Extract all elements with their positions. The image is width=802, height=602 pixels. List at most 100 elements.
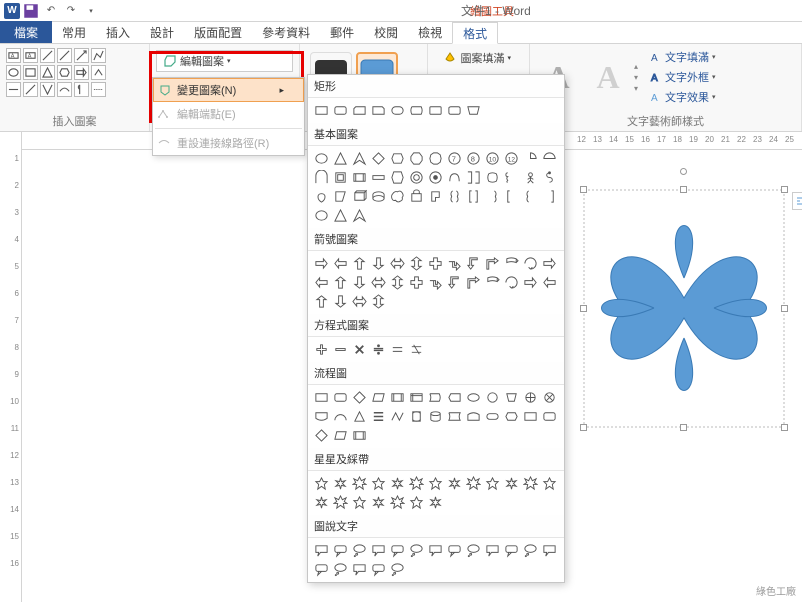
- shape-option[interactable]: [350, 474, 369, 493]
- shape-option[interactable]: [331, 168, 350, 187]
- shape-option[interactable]: [445, 273, 464, 292]
- shape-option[interactable]: [331, 206, 350, 225]
- tab-home[interactable]: 常用: [52, 21, 96, 43]
- redo-icon[interactable]: ↷: [62, 3, 80, 19]
- tab-insert[interactable]: 插入: [96, 21, 140, 43]
- shape-option[interactable]: [426, 407, 445, 426]
- shape-option[interactable]: 12: [502, 149, 521, 168]
- shape-option[interactable]: [350, 426, 369, 445]
- shape-option[interactable]: [350, 254, 369, 273]
- tab-mailings[interactable]: 郵件: [320, 21, 364, 43]
- shape-option[interactable]: [502, 541, 521, 560]
- shape-gallery[interactable]: A A: [6, 48, 143, 97]
- shape-option[interactable]: [350, 560, 369, 579]
- shape-option[interactable]: [464, 273, 483, 292]
- shape-option[interactable]: [331, 254, 350, 273]
- shape-option[interactable]: [369, 187, 388, 206]
- shape-option[interactable]: [426, 254, 445, 273]
- shape-option[interactable]: [502, 254, 521, 273]
- shape-option[interactable]: [388, 254, 407, 273]
- shape-option[interactable]: [521, 254, 540, 273]
- shape-option[interactable]: [312, 168, 331, 187]
- shape-option[interactable]: [445, 388, 464, 407]
- shape-option[interactable]: [369, 254, 388, 273]
- shape-option[interactable]: [312, 187, 331, 206]
- shape-option[interactable]: [350, 493, 369, 512]
- tab-file[interactable]: 檔案: [0, 21, 52, 43]
- shape-option[interactable]: [464, 101, 483, 120]
- shape-option[interactable]: [312, 273, 331, 292]
- shape-option[interactable]: [407, 101, 426, 120]
- shape-option[interactable]: [369, 407, 388, 426]
- shape-option[interactable]: [426, 149, 445, 168]
- shape-option[interactable]: [426, 388, 445, 407]
- shape-option[interactable]: [483, 168, 502, 187]
- shape-option[interactable]: [445, 407, 464, 426]
- shape-option[interactable]: [369, 388, 388, 407]
- shape-option[interactable]: [502, 388, 521, 407]
- shape-option[interactable]: [540, 273, 559, 292]
- shape-option[interactable]: [369, 168, 388, 187]
- wordart-more-icon[interactable]: ▾: [634, 84, 646, 93]
- shape-option[interactable]: [483, 187, 502, 206]
- wordart-scroll-up-icon[interactable]: ▴: [634, 62, 646, 71]
- shape-option[interactable]: [502, 474, 521, 493]
- shape-option[interactable]: [388, 101, 407, 120]
- tab-references[interactable]: 參考資料: [252, 21, 320, 43]
- shape-option[interactable]: [388, 149, 407, 168]
- shape-option[interactable]: [540, 407, 559, 426]
- shape-option[interactable]: [312, 541, 331, 560]
- shape-option[interactable]: 8: [464, 149, 483, 168]
- shape-option[interactable]: [483, 273, 502, 292]
- shape-option[interactable]: [502, 168, 521, 187]
- selected-shape-flower[interactable]: [580, 186, 788, 431]
- shape-option[interactable]: [388, 407, 407, 426]
- shape-option[interactable]: [331, 407, 350, 426]
- shape-option[interactable]: [312, 426, 331, 445]
- shape-option[interactable]: [502, 407, 521, 426]
- shape-option[interactable]: [407, 273, 426, 292]
- shape-option[interactable]: [312, 101, 331, 120]
- shape-option[interactable]: [388, 560, 407, 579]
- shape-option[interactable]: [388, 168, 407, 187]
- shape-option[interactable]: [502, 187, 521, 206]
- shape-option[interactable]: [312, 493, 331, 512]
- shape-option[interactable]: [540, 149, 559, 168]
- shape-option[interactable]: [445, 168, 464, 187]
- qat-dropdown-icon[interactable]: ▾: [82, 3, 100, 19]
- shape-option[interactable]: 7: [445, 149, 464, 168]
- tab-review[interactable]: 校閱: [364, 21, 408, 43]
- shape-option[interactable]: [369, 474, 388, 493]
- shape-option[interactable]: [331, 560, 350, 579]
- shape-option[interactable]: [483, 254, 502, 273]
- shape-option[interactable]: [407, 407, 426, 426]
- shape-option[interactable]: [521, 187, 540, 206]
- shape-option[interactable]: [464, 187, 483, 206]
- shape-option[interactable]: [464, 407, 483, 426]
- tab-design[interactable]: 設計: [140, 21, 184, 43]
- shape-option[interactable]: [388, 541, 407, 560]
- save-icon[interactable]: [22, 3, 40, 19]
- shape-option[interactable]: [350, 168, 369, 187]
- shape-option[interactable]: [312, 474, 331, 493]
- shape-option[interactable]: [483, 541, 502, 560]
- shape-option[interactable]: [521, 407, 540, 426]
- shape-option[interactable]: [331, 426, 350, 445]
- shape-option[interactable]: [407, 168, 426, 187]
- shape-option[interactable]: [331, 541, 350, 560]
- shape-option[interactable]: [407, 254, 426, 273]
- shape-option[interactable]: [407, 187, 426, 206]
- shape-option[interactable]: [350, 206, 369, 225]
- text-outline-button[interactable]: A文字外框▾: [650, 68, 716, 86]
- shape-option[interactable]: [407, 541, 426, 560]
- shape-option[interactable]: [483, 474, 502, 493]
- wordart-style-2[interactable]: A: [586, 55, 630, 99]
- tab-view[interactable]: 檢視: [408, 21, 452, 43]
- rotate-handle[interactable]: [680, 168, 687, 175]
- shape-option[interactable]: [369, 149, 388, 168]
- shape-option[interactable]: [312, 206, 331, 225]
- tab-format[interactable]: 格式: [452, 22, 498, 44]
- shape-option[interactable]: [350, 388, 369, 407]
- wordart-scroll-down-icon[interactable]: ▾: [634, 73, 646, 82]
- shape-option[interactable]: [426, 101, 445, 120]
